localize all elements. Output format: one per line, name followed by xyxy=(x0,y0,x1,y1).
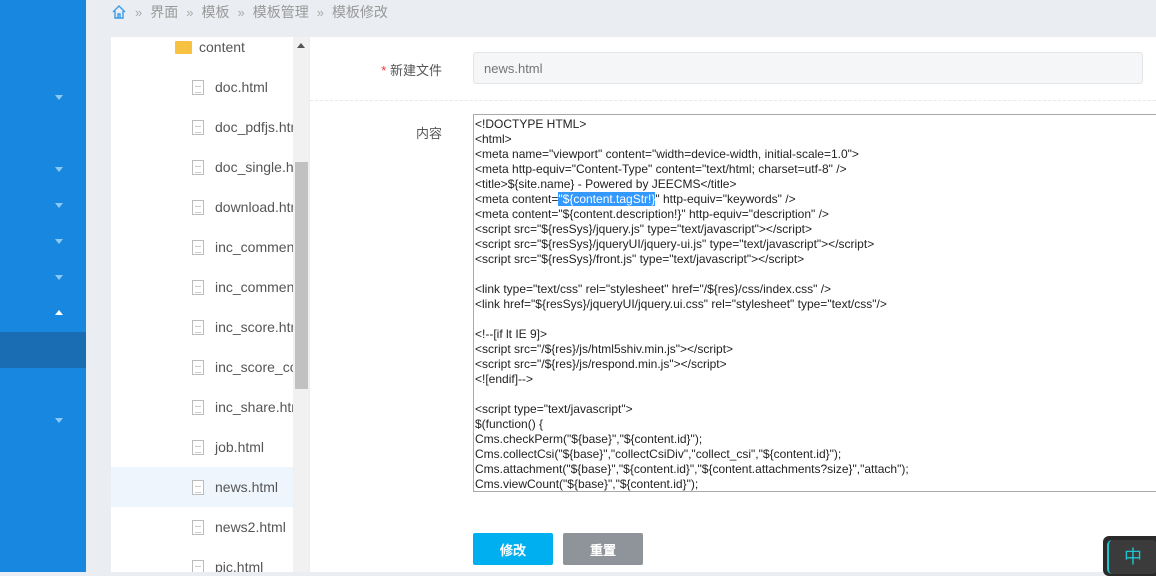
file-icon xyxy=(192,239,204,255)
tree-node-label: doc_pdfjs.html xyxy=(215,119,293,135)
file-icon xyxy=(192,359,204,375)
reset-button[interactable]: 重置 xyxy=(563,533,643,565)
file-icon xyxy=(192,479,204,495)
chevron-down-icon[interactable] xyxy=(55,95,63,100)
tree-file-item[interactable]: inc_score.html xyxy=(111,307,293,347)
tree-folder-content[interactable]: content xyxy=(111,37,293,67)
tree-node-label: download.html xyxy=(215,199,293,215)
file-icon xyxy=(192,119,204,135)
tree-node-label: inc_score_common.html xyxy=(215,359,293,375)
tree-file-item[interactable]: inc_score_common.html xyxy=(111,347,293,387)
separator: » xyxy=(237,4,245,20)
file-tree: content doc.html doc_pdfjs.html doc_single… xyxy=(111,37,293,572)
chevron-down-icon[interactable] xyxy=(55,239,63,244)
folder-open-icon xyxy=(175,40,192,54)
scroll-up-icon[interactable] xyxy=(297,43,305,48)
divider xyxy=(310,100,1156,101)
tree-node-label: content xyxy=(199,39,245,55)
separator: » xyxy=(135,4,143,20)
tree-node-label: inc_comment_list.html xyxy=(215,279,293,295)
file-icon xyxy=(192,79,204,95)
tree-node-label: doc.html xyxy=(215,79,268,95)
tree-file-item[interactable]: job.html xyxy=(111,427,293,467)
file-icon xyxy=(192,399,204,415)
filename-label: * 新建文件 xyxy=(370,60,442,79)
file-icon xyxy=(192,439,204,455)
chevron-down-icon[interactable] xyxy=(55,167,63,172)
tree-file-item[interactable]: doc_single.html xyxy=(111,147,293,187)
home-icon[interactable] xyxy=(111,4,127,20)
tree-file-item[interactable]: inc_share.html xyxy=(111,387,293,427)
content-textarea[interactable]: <!DOCTYPE HTML> <html> <meta name="viewp… xyxy=(473,114,1156,492)
sidebar xyxy=(0,0,86,572)
tree-node-label: doc_single.html xyxy=(215,159,293,175)
tree-file-item[interactable]: news.html xyxy=(111,467,293,507)
breadcrumb: » 界面 » 模板 » 模板管理 » 模板修改 xyxy=(111,0,388,24)
ime-label: 中 xyxy=(1107,540,1156,574)
filename-label-text: 新建文件 xyxy=(389,63,442,78)
tree-file-item[interactable]: doc_pdfjs.html xyxy=(111,107,293,147)
tree-node-label: news2.html xyxy=(215,519,286,535)
file-icon xyxy=(192,279,204,295)
ime-indicator[interactable]: 中 xyxy=(1103,536,1156,576)
breadcrumb-item[interactable]: 模板 xyxy=(201,2,229,22)
tree-node-label: inc_comment.html xyxy=(215,239,293,255)
tree-file-item[interactable]: pic.html xyxy=(111,547,293,572)
separator: » xyxy=(186,4,194,20)
code-text: " http-equiv="keywords" /> <meta content… xyxy=(475,192,909,491)
tree-scrollbar[interactable] xyxy=(293,37,309,572)
tree-node-label: pic.html xyxy=(215,559,264,572)
breadcrumb-item: 模板修改 xyxy=(331,4,388,20)
tree-file-item[interactable]: doc.html xyxy=(111,67,293,107)
breadcrumb-item[interactable]: 界面 xyxy=(150,2,178,22)
sidebar-item-selected[interactable] xyxy=(0,332,86,368)
tree-node-label: job.html xyxy=(215,439,265,455)
edit-form: * 新建文件 内容 <!DOCTYPE HTML> <html> <meta n… xyxy=(310,37,1156,572)
submit-button[interactable]: 修改 xyxy=(473,533,553,565)
tree-node-label: news.html xyxy=(215,479,279,495)
required-marker: * xyxy=(381,63,387,78)
file-icon xyxy=(192,199,204,215)
file-icon xyxy=(192,319,204,335)
selected-text: "${content.tagStr!} xyxy=(558,192,656,206)
tree-file-item[interactable]: inc_comment.html xyxy=(111,227,293,267)
scrollbar-thumb[interactable] xyxy=(295,162,308,389)
tree-file-item[interactable]: download.html xyxy=(111,187,293,227)
chevron-down-icon[interactable] xyxy=(55,275,63,280)
tree-file-item[interactable]: news2.html xyxy=(111,507,293,547)
filename-input[interactable] xyxy=(473,52,1143,84)
tree-node-label: inc_score.html xyxy=(215,319,293,335)
file-icon xyxy=(192,519,204,535)
chevron-down-icon[interactable] xyxy=(55,203,63,208)
breadcrumb-item[interactable]: 模板管理 xyxy=(253,2,309,22)
content-label: 内容 xyxy=(415,126,442,141)
file-icon xyxy=(192,559,204,572)
chevron-up-icon[interactable] xyxy=(55,310,63,315)
tree-node-label: inc_share.html xyxy=(215,399,293,415)
chevron-down-icon[interactable] xyxy=(55,418,63,423)
tree-file-item[interactable]: inc_comment_list.html xyxy=(111,267,293,307)
separator: » xyxy=(316,4,324,20)
file-icon xyxy=(192,159,204,175)
